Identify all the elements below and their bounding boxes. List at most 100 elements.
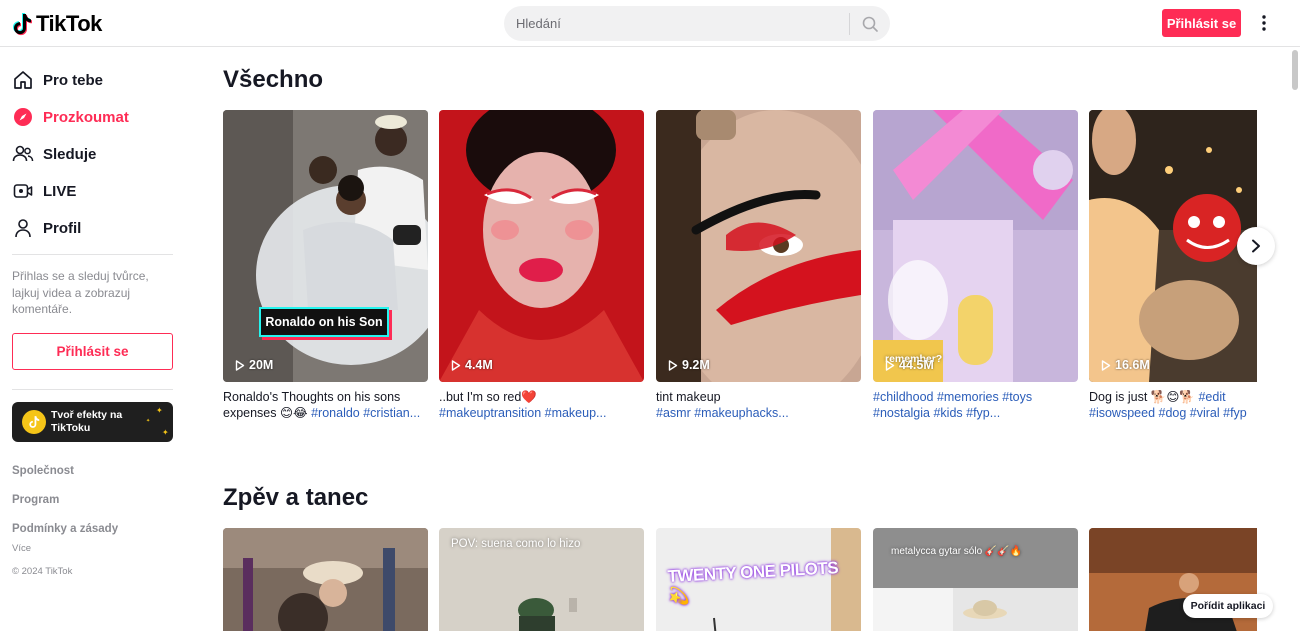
- caption-hashtags[interactable]: #edit: [1198, 390, 1225, 404]
- sidebar-item-label: Profil: [43, 219, 82, 237]
- video-thumbnail: [873, 110, 1078, 382]
- view-count: 44.5M: [885, 358, 934, 372]
- video-thumbnail: [1089, 110, 1257, 382]
- sidebar: Pro tebe Prozkoumat Sleduje LIVE Profil …: [0, 47, 190, 631]
- view-count: 20M: [235, 358, 273, 372]
- tiktok-logo[interactable]: TikTok: [12, 10, 102, 38]
- caption-hashtags[interactable]: #childhood #memories #toys: [873, 389, 1078, 405]
- sidebar-item-profile[interactable]: Profil: [12, 213, 81, 243]
- play-icon: [1101, 359, 1111, 371]
- play-icon: [451, 359, 461, 371]
- view-count-value: 16.6M: [1115, 358, 1150, 372]
- top-header: TikTok Hledání Přihlásit se: [0, 0, 1300, 47]
- sidebar-item-label: Prozkoumat: [43, 108, 129, 126]
- effects-icon: [22, 410, 46, 434]
- caption-line: ..but I'm so red❤️: [439, 390, 537, 404]
- caption-line: Ronaldo's Thoughts on his sons: [223, 390, 401, 404]
- create-effects-banner[interactable]: Tvoř efekty na TikToku ✦ ✦ ✦: [12, 402, 173, 442]
- login-hint-text: Přihlas se a sleduj tvůrce, lajkuj videa…: [12, 269, 149, 316]
- sidebar-divider: [12, 389, 173, 390]
- sidebar-divider: [12, 254, 173, 255]
- video-card[interactable]: POV: suena como lo hizo: [439, 528, 644, 631]
- sidebar-item-live[interactable]: LIVE: [12, 176, 76, 206]
- video-thumbnail: [223, 528, 428, 631]
- video-caption[interactable]: Dog is just 🐕😊🐕 #edit #isowspeed #dog #v…: [1089, 389, 1257, 421]
- video-overlay-text: POV: suena como lo hizo: [451, 538, 581, 550]
- search-input[interactable]: Hledání: [504, 16, 849, 31]
- footer-link-more[interactable]: Více: [12, 543, 31, 554]
- sidebar-item-following[interactable]: Sleduje: [12, 139, 96, 169]
- video-overlay-text: metalycca gytar sólo 🎸🎸🔥: [891, 546, 1023, 557]
- chevron-right-icon: [1252, 239, 1260, 253]
- caption-line: tint makeup: [656, 390, 721, 404]
- caption-line: Dog is just 🐕😊🐕 #edit: [1089, 389, 1257, 405]
- view-count-value: 20M: [249, 358, 274, 372]
- caption-hashtags[interactable]: #isowspeed #dog #viral #fyp: [1089, 405, 1257, 421]
- compass-icon: [12, 106, 34, 128]
- view-count: 16.6M: [1101, 358, 1150, 372]
- video-card[interactable]: [223, 528, 428, 631]
- caption-line: expenses 😊😂 #ronaldo #cristian...: [223, 405, 428, 421]
- view-count-value: 4.4M: [465, 358, 493, 372]
- footer-link-terms[interactable]: Podmínky a zásady: [12, 523, 118, 535]
- view-count: 9.2M: [668, 358, 710, 372]
- video-card[interactable]: remember? 44.5M: [873, 110, 1078, 382]
- home-icon: [12, 69, 34, 91]
- video-card[interactable]: 16.6M: [1089, 110, 1257, 382]
- caption-hashtags[interactable]: #nostalgia #kids #fyp...: [873, 405, 1078, 421]
- view-count-value: 9.2M: [682, 358, 710, 372]
- sidebar-item-label: Sleduje: [43, 145, 97, 163]
- sidebar-item-explore[interactable]: Prozkoumat: [12, 102, 129, 132]
- section-title-singing-dance: Zpěv a tanec: [223, 484, 369, 511]
- effects-label: Tvoř efekty na TikToku: [51, 409, 123, 434]
- video-card[interactable]: 4.4M: [439, 110, 644, 382]
- video-card[interactable]: metalycca gytar sólo 🎸🎸🔥: [873, 528, 1078, 631]
- logo-text: TikTok: [36, 11, 102, 36]
- video-card[interactable]: 9.2M: [656, 110, 861, 382]
- video-thumbnail: [223, 110, 428, 382]
- video-caption[interactable]: ..but I'm so red❤️ #makeuptransition #ma…: [439, 389, 644, 421]
- sidebar-login-button[interactable]: Přihlásit se: [12, 333, 173, 370]
- video-overlay-text: Ronaldo on his Son: [259, 307, 389, 337]
- video-card[interactable]: TWENTY ONE PILOTS 💫: [656, 528, 861, 631]
- caption-hashtags[interactable]: #makeuptransition #makeup...: [439, 405, 644, 421]
- caption-text: Dog is just 🐕😊🐕: [1089, 390, 1199, 404]
- view-count: 4.4M: [451, 358, 493, 372]
- sparkle-icon: ✦: [162, 428, 169, 437]
- video-caption[interactable]: tint makeup #asmr #makeuphacks...: [656, 389, 861, 421]
- more-menu-button[interactable]: [1254, 12, 1274, 34]
- get-app-button[interactable]: Pořídit aplikaci: [1183, 594, 1273, 618]
- video-caption[interactable]: Ronaldo's Thoughts on his sons expenses …: [223, 389, 428, 421]
- search-button[interactable]: [850, 6, 890, 41]
- sparkle-icon: ✦: [156, 406, 163, 415]
- video-thumbnail: [656, 110, 861, 382]
- play-icon: [885, 359, 895, 371]
- login-button[interactable]: Přihlásit se: [1162, 9, 1241, 37]
- profile-icon: [12, 217, 34, 239]
- sidebar-item-for-you[interactable]: Pro tebe: [12, 65, 103, 95]
- sidebar-item-label: Pro tebe: [43, 71, 104, 89]
- play-icon: [668, 359, 678, 371]
- caption-text: expenses 😊😂: [223, 406, 312, 420]
- caption-hashtags[interactable]: #asmr #makeuphacks...: [656, 405, 861, 421]
- vertical-dots-icon: [1262, 15, 1266, 31]
- carousel-next-button[interactable]: [1237, 227, 1275, 265]
- play-icon: [235, 359, 245, 371]
- video-card[interactable]: 20M: [223, 110, 428, 382]
- sidebar-item-label: LIVE: [43, 182, 77, 200]
- search-bar[interactable]: Hledání: [504, 6, 890, 41]
- footer-link-program[interactable]: Program: [12, 494, 59, 506]
- scrollbar[interactable]: [1292, 50, 1298, 90]
- copyright-text: © 2024 TikTok: [12, 566, 73, 577]
- caption-hashtags[interactable]: #ronaldo #cristian...: [311, 406, 420, 420]
- tiktok-note-icon: [13, 13, 32, 36]
- footer-link-company[interactable]: Společnost: [12, 465, 74, 477]
- video-caption[interactable]: #childhood #memories #toys #nostalgia #k…: [873, 389, 1078, 421]
- video-thumbnail: [873, 528, 1078, 631]
- video-thumbnail: [439, 110, 644, 382]
- view-count-value: 44.5M: [899, 358, 934, 372]
- search-icon: [862, 16, 878, 32]
- section-title-all: Všechno: [223, 66, 324, 93]
- users-icon: [12, 143, 34, 165]
- sparkle-icon: ✦: [146, 418, 151, 424]
